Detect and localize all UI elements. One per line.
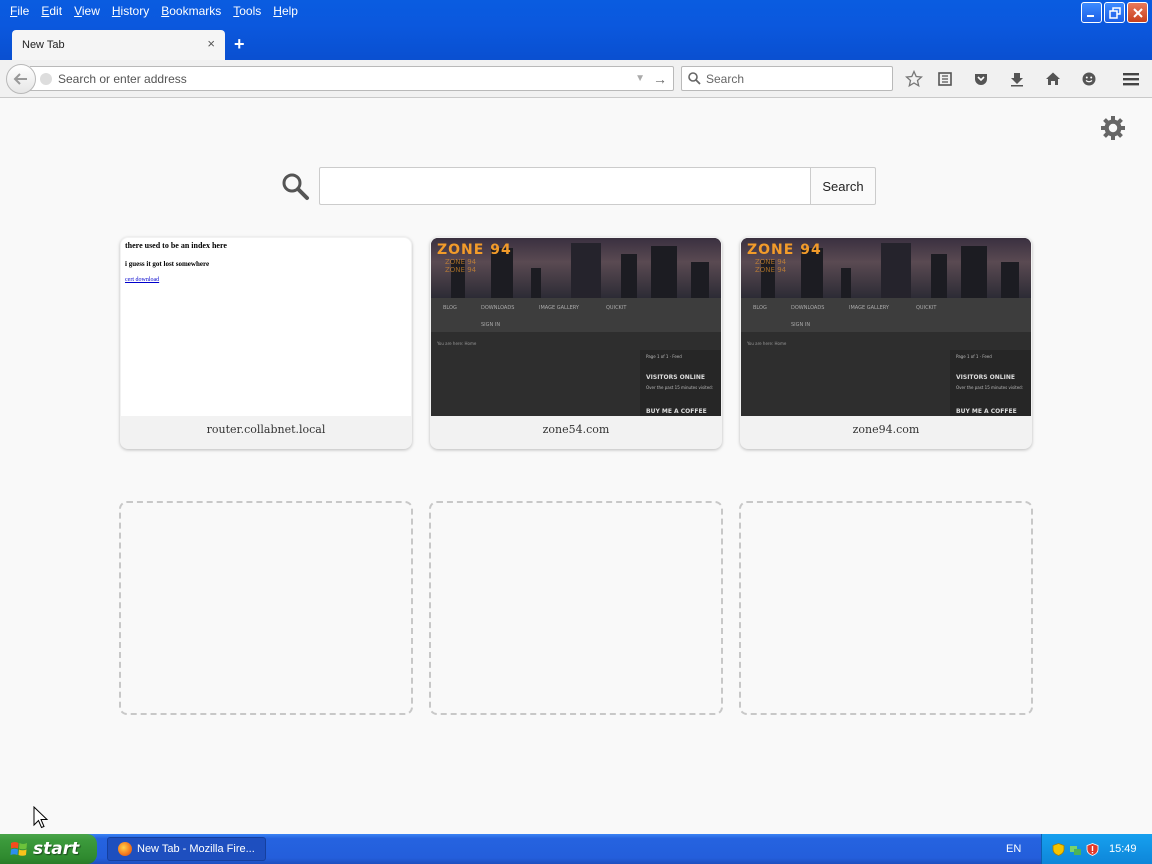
menu-view[interactable]: View xyxy=(68,1,106,21)
thumb-nav: BLOG DOWNLOADS IMAGE GALLERY QUICKIT SIG… xyxy=(741,298,1031,332)
thumb-text: i guess it got lost somewhere xyxy=(125,260,210,268)
gear-icon[interactable] xyxy=(1099,114,1127,142)
search-icon xyxy=(688,72,701,85)
menu-bar: File Edit View History Bookmarks Tools H… xyxy=(0,0,304,22)
navigation-toolbar: ▼ → xyxy=(0,60,1152,98)
search-icon xyxy=(282,173,309,200)
new-tab-button[interactable]: + xyxy=(234,35,245,53)
empty-tile-slot[interactable] xyxy=(739,501,1033,715)
empty-tile-slot[interactable] xyxy=(119,501,413,715)
history-dropdown-icon[interactable]: ▼ xyxy=(635,73,645,84)
new-tab-page: Search there used to be an index here i … xyxy=(0,99,1152,834)
menu-file[interactable]: File xyxy=(4,1,35,21)
thumb-link: cert download xyxy=(125,277,160,283)
system-tray: 15:49 xyxy=(1041,834,1152,864)
taskbar-window-title: New Tab - Mozilla Fire... xyxy=(137,843,255,855)
menu-tools[interactable]: Tools xyxy=(227,1,267,21)
downloads-icon[interactable] xyxy=(1007,69,1027,89)
url-bar[interactable]: ▼ → xyxy=(30,66,674,91)
tile-title: router.collabnet.local xyxy=(206,423,326,436)
browser-titlebar: File Edit View History Bookmarks Tools H… xyxy=(0,0,1152,62)
windows-taskbar: start New Tab - Mozilla Fire... EN 15:49 xyxy=(0,834,1152,864)
menu-bookmarks[interactable]: Bookmarks xyxy=(155,1,227,21)
top-site-tile[interactable]: ZONE 94 ZONE 94 ZONE 94 BLOG DOWNLOADS IM… xyxy=(430,237,722,449)
network-icon[interactable] xyxy=(1069,843,1082,856)
tile-title: zone54.com xyxy=(542,423,610,436)
page-search-button[interactable]: Search xyxy=(810,167,876,205)
taskbar-window-button[interactable]: New Tab - Mozilla Fire... xyxy=(107,837,266,861)
zone-logo-echo: ZONE 94 ZONE 94 xyxy=(445,258,477,274)
zone-logo: ZONE 94 xyxy=(437,242,512,258)
zone-logo-echo: ZONE 94 ZONE 94 xyxy=(755,258,787,274)
thumb-text: there used to be an index here xyxy=(125,241,227,250)
back-button[interactable] xyxy=(6,64,36,94)
site-identity-icon[interactable] xyxy=(40,72,52,85)
tile-thumbnail: ZONE 94 ZONE 94 ZONE 94 BLOG DOWNLOADS IM… xyxy=(741,238,1031,416)
top-site-tile[interactable]: ZONE 94 ZONE 94 ZONE 94 BLOG DOWNLOADS IM… xyxy=(740,237,1032,449)
tab-new-tab[interactable]: New Tab × xyxy=(12,30,225,60)
mouse-cursor-icon xyxy=(33,806,49,829)
firefox-icon xyxy=(118,842,132,856)
bookmark-star-icon[interactable] xyxy=(904,69,924,89)
go-arrow-icon[interactable]: → xyxy=(653,71,667,87)
search-bar[interactable] xyxy=(681,66,893,91)
security-shield-icon[interactable] xyxy=(1052,842,1065,856)
clock: 15:49 xyxy=(1109,843,1137,855)
home-icon[interactable] xyxy=(1043,69,1063,89)
bookmarks-menu-icon[interactable] xyxy=(935,69,955,89)
minimize-button[interactable] xyxy=(1081,2,1102,23)
hello-chat-icon[interactable] xyxy=(1079,69,1099,89)
windows-logo-icon xyxy=(10,842,27,856)
start-label: start xyxy=(33,839,80,859)
url-input[interactable] xyxy=(58,71,636,86)
top-site-tile[interactable]: there used to be an index here i guess i… xyxy=(120,237,412,449)
empty-tile-slot[interactable] xyxy=(429,501,723,715)
menu-help[interactable]: Help xyxy=(267,1,304,21)
restore-button[interactable] xyxy=(1104,2,1125,23)
thumb-sidebar: Page 1 of 1 · Feed VISITORS ONLINE Over … xyxy=(640,350,721,416)
tile-thumbnail: ZONE 94 ZONE 94 ZONE 94 BLOG DOWNLOADS IM… xyxy=(431,238,721,416)
close-button[interactable] xyxy=(1127,2,1148,23)
tab-strip: New Tab × + xyxy=(0,30,1152,60)
zone-logo: ZONE 94 xyxy=(747,242,822,258)
language-indicator[interactable]: EN xyxy=(1006,843,1021,855)
tile-title: zone94.com xyxy=(852,423,920,436)
minimize-icon xyxy=(1087,15,1094,17)
warning-shield-icon[interactable] xyxy=(1086,842,1099,856)
menu-edit[interactable]: Edit xyxy=(35,1,68,21)
restore-icon xyxy=(1108,6,1121,19)
thumb-nav: BLOG DOWNLOADS IMAGE GALLERY QUICKIT SIG… xyxy=(431,298,721,332)
close-icon xyxy=(1132,7,1143,18)
start-button[interactable]: start xyxy=(0,834,97,864)
page-search-input[interactable] xyxy=(319,167,811,205)
hamburger-menu-icon[interactable] xyxy=(1121,69,1141,89)
tab-close-icon[interactable]: × xyxy=(207,37,215,50)
window-controls xyxy=(1081,2,1148,23)
tile-thumbnail: there used to be an index here i guess i… xyxy=(121,238,411,416)
thumb-sidebar: Page 1 of 1 · Feed VISITORS ONLINE Over … xyxy=(950,350,1031,416)
search-input[interactable] xyxy=(706,71,892,86)
back-arrow-icon xyxy=(13,73,27,85)
pocket-icon[interactable] xyxy=(971,69,991,89)
menu-history[interactable]: History xyxy=(106,1,155,21)
tab-title: New Tab xyxy=(22,39,65,51)
